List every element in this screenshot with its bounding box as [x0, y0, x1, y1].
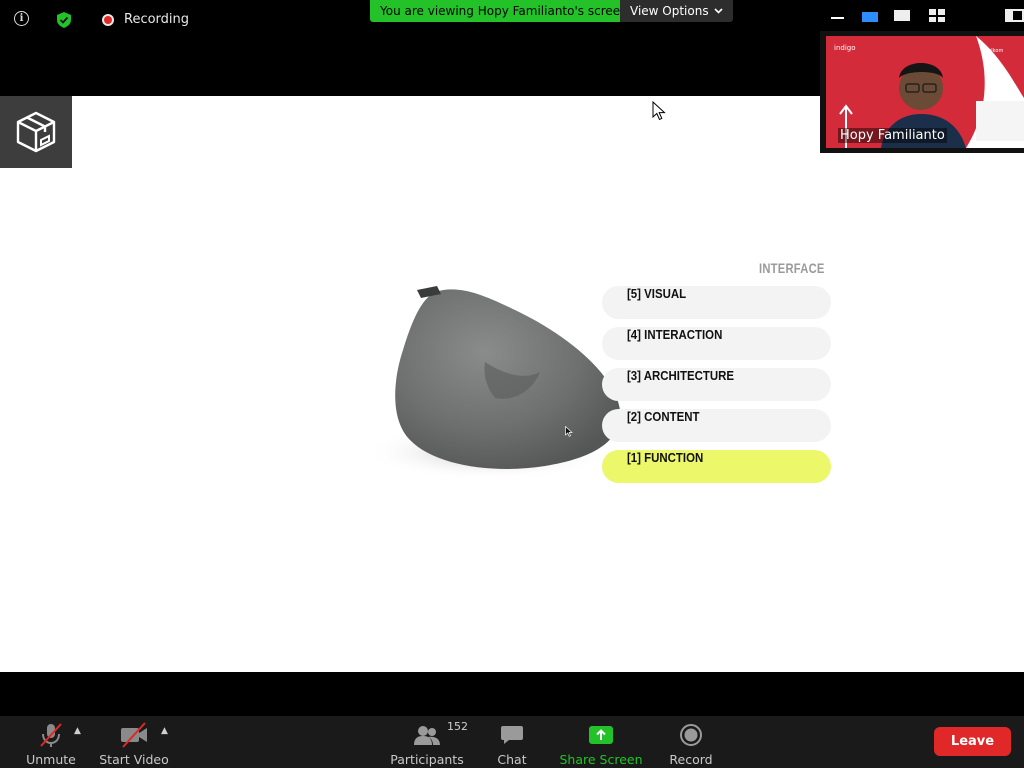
view-options-button[interactable]: View Options — [620, 0, 733, 22]
svg-text:Telkom: Telkom — [985, 48, 1003, 54]
record-icon — [680, 724, 702, 746]
participants-icon — [414, 726, 440, 745]
beanbag-image — [365, 286, 621, 480]
layer-function: [1] FUNCTION — [602, 450, 831, 483]
share-screen-label: Share Screen — [559, 752, 643, 767]
share-screen-icon — [589, 726, 613, 744]
start-video-label: Start Video — [99, 752, 169, 767]
recording-dot-icon — [102, 13, 114, 26]
participants-count: 152 — [447, 720, 468, 733]
record-button[interactable]: Record — [666, 716, 716, 768]
info-icon[interactable]: i — [14, 11, 29, 26]
speaker-view-icon[interactable] — [862, 12, 878, 22]
fullscreen-icon[interactable] — [894, 10, 910, 21]
shared-screen-slide: INTERFACE [5] VISUAL [4] INTERACTION [3]… — [0, 96, 1024, 672]
record-label: Record — [669, 752, 713, 767]
recording-label: Recording — [124, 12, 190, 27]
video-off-icon — [121, 722, 147, 748]
chat-label: Chat — [497, 752, 527, 767]
unmute-label: Unmute — [26, 752, 76, 767]
unmute-button[interactable]: Unmute — [24, 716, 78, 768]
minimize-icon[interactable] — [831, 17, 844, 19]
viewing-screen-banner: You are viewing Hopy Familianto's screen — [370, 0, 638, 22]
side-by-side-icon[interactable] — [1005, 9, 1024, 22]
chat-icon — [501, 726, 523, 744]
participant-name-label: Hopy Familianto — [838, 128, 947, 143]
start-video-button[interactable]: Start Video — [99, 716, 169, 768]
view-options-label: View Options — [630, 4, 709, 18]
layer-architecture: [3] ARCHITECTURE — [602, 368, 831, 401]
mouse-cursor-icon — [652, 101, 666, 121]
chevron-down-icon — [714, 8, 723, 14]
svg-text:indigo: indigo — [834, 44, 856, 52]
small-cursor-icon — [565, 426, 573, 437]
cube-logo-icon — [16, 111, 56, 153]
audio-options-caret-icon[interactable]: ▲ — [74, 726, 81, 736]
video-options-caret-icon[interactable]: ▲ — [161, 726, 168, 736]
leave-button[interactable]: Leave — [934, 727, 1011, 756]
slide-heading: INTERFACE — [759, 260, 825, 276]
layer-interaction: [4] INTERACTION — [602, 327, 831, 360]
meeting-toolbar: Unmute ▲ Start Video ▲ Participants 152 — [0, 716, 1024, 768]
participants-label: Participants — [390, 752, 464, 767]
logo — [0, 96, 72, 168]
gallery-view-icon[interactable] — [929, 9, 945, 22]
layer-visual: [5] VISUAL — [602, 286, 831, 319]
security-shield-icon[interactable] — [57, 12, 71, 28]
recording-indicator[interactable]: Recording — [102, 12, 189, 27]
chat-button[interactable]: Chat — [492, 716, 532, 768]
share-screen-button[interactable]: Share Screen — [558, 716, 644, 768]
layer-content: [2] CONTENT — [602, 409, 831, 442]
muted-microphone-icon — [40, 723, 62, 747]
